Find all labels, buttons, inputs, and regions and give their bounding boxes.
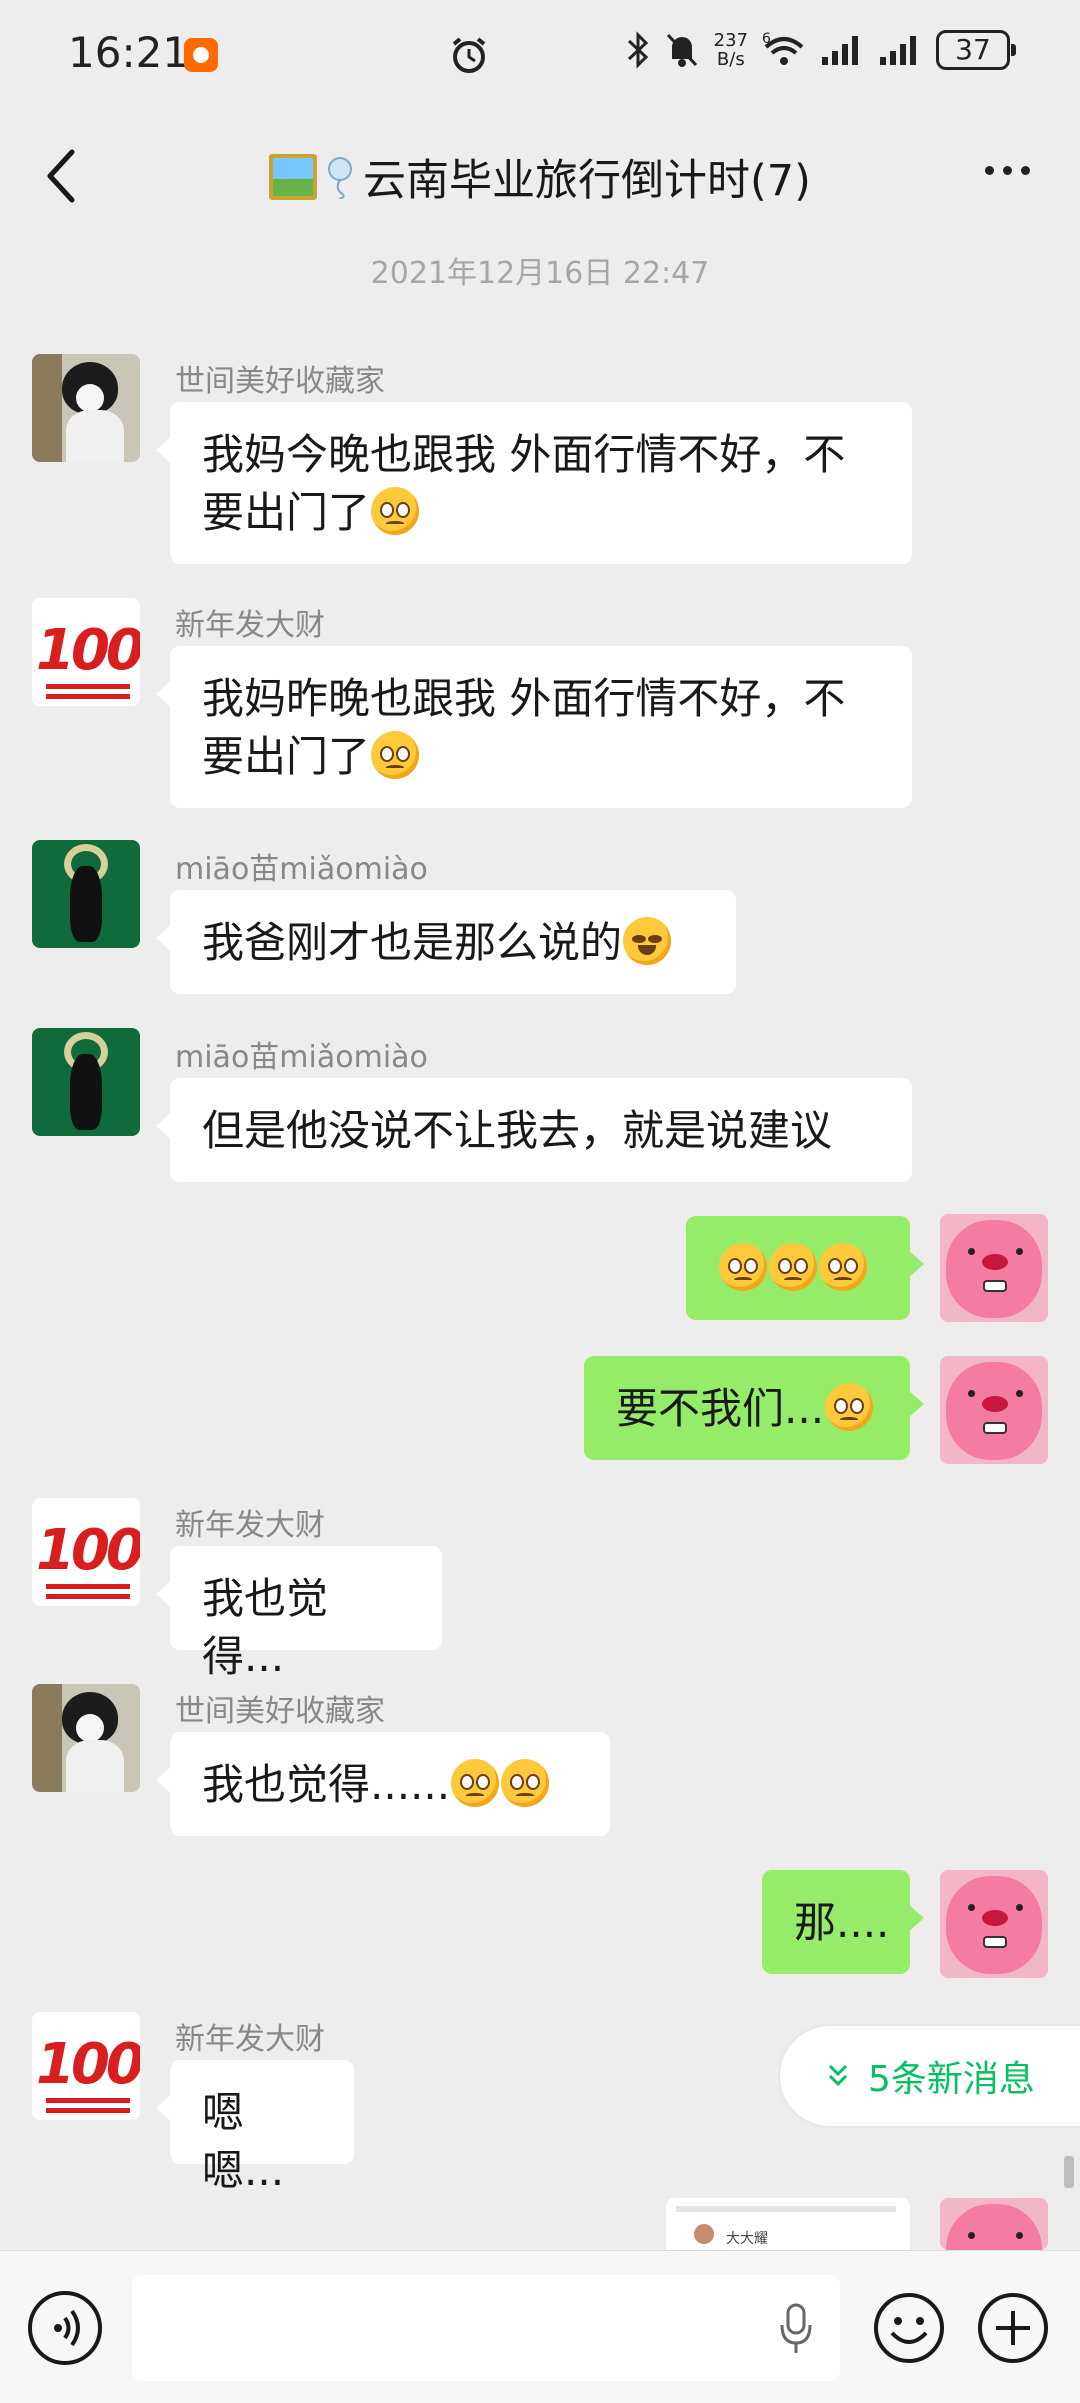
pleading-face-icon xyxy=(451,1759,500,1807)
laughing-crying-face-icon xyxy=(623,917,672,965)
bluetooth-icon xyxy=(627,31,648,69)
picture-emoji-icon xyxy=(269,154,318,200)
message-bubble[interactable]: 我也觉得...... xyxy=(156,1732,610,1836)
avatar-self[interactable] xyxy=(940,1214,1048,1322)
message-bubble[interactable]: 我妈昨晚也跟我 外面行情不好，不 要出门了 xyxy=(156,646,912,808)
hundred-emoji-icon: 100 xyxy=(36,618,140,683)
avatar-self[interactable] xyxy=(940,1356,1048,1464)
chat-title-text: 云南毕业旅行倒计时(7) xyxy=(363,156,811,206)
new-messages-button[interactable]: 5条新消息 xyxy=(778,2024,1080,2128)
input-bar xyxy=(0,2250,1080,2403)
mic-icon[interactable] xyxy=(776,2301,816,2357)
message-bubble[interactable] xyxy=(686,1216,924,1320)
avatar-self[interactable] xyxy=(940,1870,1048,1978)
network-speed-unit: B/s xyxy=(716,49,745,70)
scrollbar[interactable] xyxy=(1064,2156,1074,2188)
status-icons: 237 B/s 6 37 xyxy=(626,30,1016,70)
mute-bell-icon xyxy=(666,33,697,67)
sender-name: 世间美好收藏家 xyxy=(175,1694,385,1729)
pleading-face-icon xyxy=(769,1243,817,1291)
message-text-line1: 我妈今晚也跟我 外面行情不好，不 xyxy=(202,430,846,479)
sender-name: 新年发大财 xyxy=(175,1508,325,1543)
balloon-emoji-icon xyxy=(328,157,353,199)
message-timestamp: 2021年12月16日 22:47 xyxy=(370,256,710,291)
image-message-thumbnail[interactable]: 大大耀 xyxy=(666,2198,910,2250)
pleading-face-icon xyxy=(371,487,420,535)
hundred-emoji-icon: 100 xyxy=(36,1518,140,1583)
double-chevron-down-icon xyxy=(828,2064,848,2087)
message-bubble[interactable]: 我爸刚才也是那么说的 xyxy=(156,890,736,994)
network-speed: 237 B/s xyxy=(714,31,748,69)
message-bubble[interactable]: 那.... xyxy=(762,1870,924,1974)
sender-name: miāo苗miǎomiào xyxy=(175,1040,428,1075)
more-dots-icon[interactable] xyxy=(985,166,1030,175)
alarm-icon xyxy=(452,37,486,73)
signal-icon-2 xyxy=(880,36,916,65)
sender-name: 世间美好收藏家 xyxy=(175,364,385,399)
avatar[interactable] xyxy=(32,1684,140,1792)
sender-name: 新年发大财 xyxy=(175,608,325,643)
message-text: 要不我们... xyxy=(616,1384,825,1433)
message-text: 那.... xyxy=(794,1898,890,1947)
message-text-line2: 要出门了 xyxy=(202,732,371,781)
message-text: 我也觉得... xyxy=(202,1574,329,1681)
pleading-face-icon xyxy=(719,1243,767,1291)
sender-name: miāo苗miǎomiào xyxy=(175,852,428,887)
message-bubble[interactable]: 要不我们... xyxy=(584,1356,924,1460)
avatar[interactable] xyxy=(32,840,140,948)
thumbnail-text: 大大耀 xyxy=(726,2231,768,2247)
message-text-line2: 要出门了 xyxy=(202,488,371,537)
plus-icon[interactable] xyxy=(976,2291,1050,2365)
avatar[interactable]: 100 xyxy=(32,598,140,706)
app-notification-icon xyxy=(184,38,218,72)
message-bubble[interactable]: 但是他没说不让我去，就是说建议 xyxy=(156,1078,912,1182)
voice-icon[interactable] xyxy=(28,2291,102,2365)
pleading-face-icon xyxy=(819,1243,867,1291)
message-text: 我也觉得...... xyxy=(202,1760,451,1809)
status-time: 16:21 xyxy=(68,28,190,77)
status-bar: 16:21 237 B/s 6 37 xyxy=(0,0,1080,110)
emoji-icon[interactable] xyxy=(872,2291,946,2365)
message-input[interactable] xyxy=(132,2275,840,2381)
battery-indicator: 37 xyxy=(936,30,1016,70)
wifi-icon: 6 xyxy=(762,31,804,65)
avatar[interactable]: 100 xyxy=(32,2012,140,2120)
avatar[interactable]: 100 xyxy=(32,1498,140,1606)
pleading-face-icon xyxy=(825,1383,874,1431)
avatar-self[interactable] xyxy=(940,2198,1048,2250)
message-text-line1: 我妈昨晚也跟我 外面行情不好，不 xyxy=(202,674,846,723)
message-text: 嗯嗯... xyxy=(202,2088,285,2195)
network-speed-value: 237 xyxy=(713,30,748,51)
new-messages-label: 5条新消息 xyxy=(868,2059,1035,2100)
avatar[interactable] xyxy=(32,1028,140,1136)
pleading-face-icon xyxy=(501,1759,550,1807)
signal-icon-1 xyxy=(822,36,858,65)
chat-title: 云南毕业旅行倒计时(7) xyxy=(0,146,1080,208)
hundred-emoji-icon: 100 xyxy=(36,2032,140,2097)
message-text: 但是他没说不让我去，就是说建议 xyxy=(202,1106,833,1155)
sender-name: 新年发大财 xyxy=(175,2022,325,2057)
message-bubble[interactable]: 我也觉得... xyxy=(156,1546,442,1681)
message-bubble[interactable]: 嗯嗯... xyxy=(156,2060,354,2195)
message-text: 我爸刚才也是那么说的 xyxy=(202,918,623,967)
pleading-face-icon xyxy=(371,731,420,779)
message-bubble[interactable]: 我妈今晚也跟我 外面行情不好，不 要出门了 xyxy=(156,402,912,564)
chat-header: 云南毕业旅行倒计时(7) xyxy=(0,110,1080,240)
avatar[interactable] xyxy=(32,354,140,462)
